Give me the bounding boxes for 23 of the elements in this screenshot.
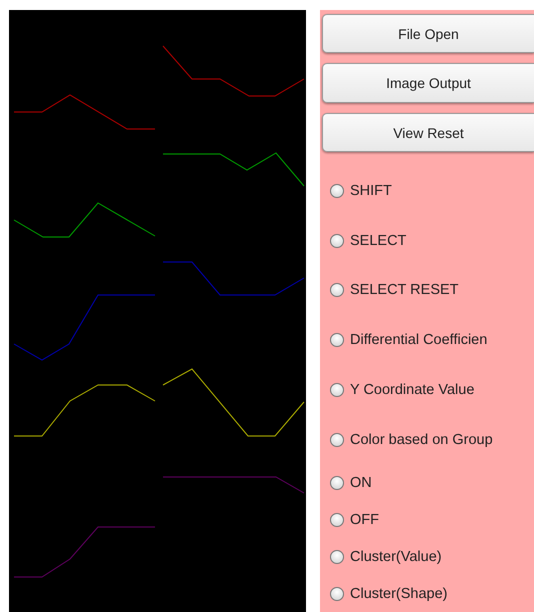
radio-button[interactable] — [330, 333, 344, 348]
radio-button[interactable] — [330, 512, 344, 527]
radio-button[interactable] — [330, 234, 344, 248]
radio-button[interactable] — [330, 586, 344, 601]
radio-label: Color based on Group — [350, 432, 493, 448]
radio-label: Differential Coefficien — [350, 332, 488, 348]
radio-label: Cluster(Shape) — [350, 586, 448, 602]
radio-label: SHIFT — [350, 183, 392, 199]
radio-label: Y Coordinate Value — [350, 382, 474, 398]
radio-button[interactable] — [330, 432, 344, 447]
radio-label: OFF — [350, 512, 379, 528]
action-button[interactable]: Image Output — [322, 63, 534, 103]
radio-button[interactable] — [330, 476, 344, 490]
action-button[interactable]: View Reset — [322, 112, 534, 152]
radio-label: SELECT RESET — [350, 282, 459, 298]
radio-button[interactable] — [330, 184, 344, 198]
action-button[interactable]: File Open — [322, 14, 534, 54]
radio-label: SELECT — [350, 232, 406, 249]
radio-button[interactable] — [330, 283, 344, 298]
radio-button[interactable] — [330, 382, 344, 397]
radio-button[interactable] — [330, 550, 344, 564]
radio-label: ON — [350, 474, 372, 491]
radio-label: Cluster(Value) — [350, 548, 442, 565]
